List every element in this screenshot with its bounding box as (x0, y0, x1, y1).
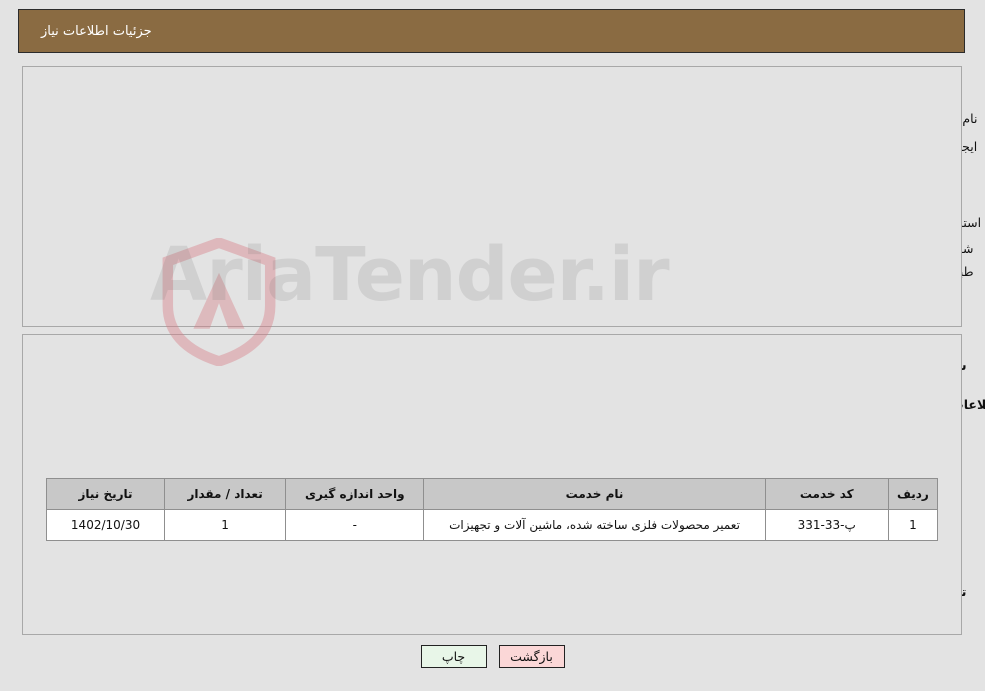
back-button[interactable]: بازگشت (498, 645, 565, 668)
th-need-date: تاریخ نیاز (45, 478, 166, 510)
table-header-row: ردیف کد خدمت نام خدمت واحد اندازه گیری ت… (45, 478, 939, 510)
footer-button-bar: بازگشت چاپ (0, 645, 985, 668)
th-row: ردیف (887, 478, 939, 510)
cell-need-date: 1402/10/30 (45, 509, 166, 541)
th-quantity: تعداد / مقدار (164, 478, 287, 510)
need-summary-panel (22, 66, 962, 327)
th-service-code: کد خدمت (764, 478, 889, 510)
table-row: 1 پ-33-331 تعمیر محصولات فلزی ساخته شده،… (45, 509, 939, 541)
th-unit: واحد اندازه گیری (285, 478, 425, 510)
cell-unit: - (285, 509, 425, 541)
print-button[interactable]: چاپ (420, 645, 487, 668)
cell-row: 1 (887, 509, 939, 541)
cell-service-code: پ-33-331 (764, 509, 889, 541)
page-title: جزئیات اطلاعات نیاز (41, 23, 152, 39)
cell-service-name: تعمیر محصولات فلزی ساخته شده، ماشین آلات… (423, 509, 766, 541)
page-header: جزئیات اطلاعات نیاز (18, 9, 965, 53)
cell-quantity: 1 (164, 509, 287, 541)
th-service-name: نام خدمت (423, 478, 766, 510)
services-table: ردیف کد خدمت نام خدمت واحد اندازه گیری ت… (45, 478, 939, 541)
